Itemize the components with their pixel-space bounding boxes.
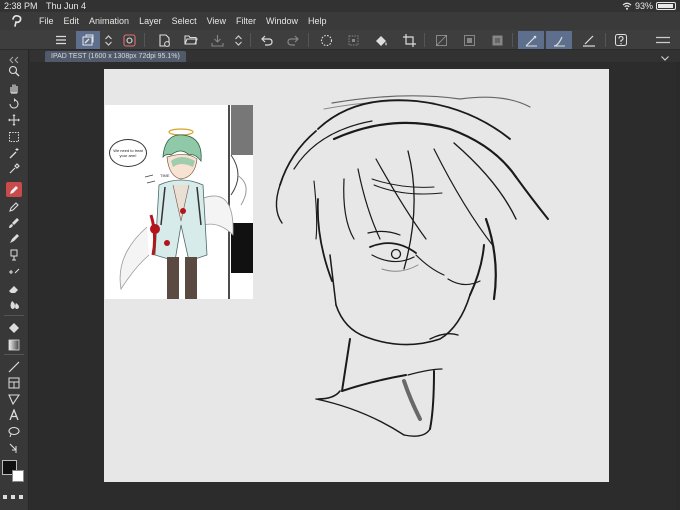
undo-icon[interactable]	[257, 31, 275, 49]
decoration-icon[interactable]	[6, 247, 22, 262]
transform-icon[interactable]	[344, 31, 362, 49]
gradient-icon[interactable]	[6, 337, 22, 352]
menu-animation[interactable]: Animation	[84, 12, 134, 30]
status-right: 93%	[622, 0, 676, 12]
move-icon[interactable]	[6, 112, 22, 127]
menu-select[interactable]: Select	[167, 12, 202, 30]
fill-icon[interactable]	[372, 31, 390, 49]
drawing-canvas[interactable]: We need to treat your arm! TIME	[104, 69, 609, 482]
chevron-updown-icon[interactable]	[102, 31, 114, 49]
rotate-icon[interactable]	[6, 96, 22, 111]
command-bar	[0, 30, 680, 50]
tool-palette	[0, 50, 29, 510]
eraser-icon[interactable]	[6, 281, 22, 296]
snap-special-ruler-icon[interactable]	[546, 31, 572, 49]
layer-property-icon[interactable]	[76, 31, 100, 49]
settings-icon[interactable]	[120, 31, 138, 49]
status-date: Thu Jun 4	[46, 1, 87, 11]
wifi-icon	[622, 2, 632, 10]
status-bar: 2:38 PM Thu Jun 4 93%	[0, 0, 680, 12]
panel-menu-icon[interactable]	[650, 31, 676, 49]
stabilizer-icon[interactable]	[578, 31, 600, 49]
blend-icon[interactable]	[6, 264, 22, 279]
redo-icon[interactable]	[284, 31, 302, 49]
new-canvas-icon[interactable]	[155, 31, 173, 49]
eyedropper-icon[interactable]	[6, 161, 22, 176]
help-icon[interactable]	[612, 31, 630, 49]
correction-icon[interactable]	[6, 440, 22, 455]
pencil-icon[interactable]	[6, 199, 22, 214]
menu-view[interactable]: View	[202, 12, 231, 30]
frame-icon[interactable]	[6, 375, 22, 390]
pen-icon[interactable]	[6, 182, 22, 197]
menu-icon[interactable]	[52, 31, 70, 49]
battery-icon	[656, 2, 676, 10]
chevron-updown-icon[interactable]	[232, 31, 244, 49]
workspace: We need to treat your arm! TIME	[30, 62, 680, 510]
text-icon[interactable]	[6, 407, 22, 422]
loading-icon[interactable]	[317, 31, 335, 49]
battery-percent: 93%	[634, 1, 653, 11]
character-sketch	[275, 95, 549, 437]
figure-icon[interactable]	[6, 391, 22, 406]
select-all-icon[interactable]	[432, 31, 450, 49]
snap-ruler-icon[interactable]	[518, 31, 544, 49]
hand-icon[interactable]	[6, 80, 22, 95]
menu-bar: File Edit Animation Layer Select View Fi…	[0, 12, 680, 30]
invert-selection-icon[interactable]	[488, 31, 506, 49]
clip-studio-window: 2:38 PM Thu Jun 4 93% File Edit Animatio…	[0, 0, 680, 510]
sub-color-swatch[interactable]	[12, 470, 24, 482]
menu-window[interactable]: Window	[261, 12, 303, 30]
menu-filter[interactable]: Filter	[231, 12, 261, 30]
lasso-icon[interactable]	[6, 424, 22, 439]
crop-icon[interactable]	[400, 31, 418, 49]
selection-icon[interactable]	[6, 129, 22, 144]
gradient-blur-icon[interactable]	[6, 297, 22, 312]
status-time: 2:38 PM	[4, 1, 38, 11]
airbrush-icon[interactable]	[6, 231, 22, 246]
menu-help[interactable]: Help	[303, 12, 332, 30]
magic-wand-icon[interactable]	[6, 145, 22, 160]
fill-icon[interactable]	[6, 320, 22, 335]
brush-icon[interactable]	[6, 215, 22, 230]
menu-layer[interactable]: Layer	[134, 12, 167, 30]
deselect-icon[interactable]	[460, 31, 478, 49]
menu-edit[interactable]: Edit	[59, 12, 85, 30]
transparent-color-icon[interactable]	[3, 486, 23, 499]
save-icon[interactable]	[208, 31, 226, 49]
app-logo-icon[interactable]	[0, 12, 34, 30]
open-icon[interactable]	[182, 31, 200, 49]
line-icon[interactable]	[6, 359, 22, 374]
document-tab[interactable]: IPAD TEST (1600 x 1308px 72dpi 95.1%)	[45, 51, 186, 62]
vertical-scrollbar[interactable]	[676, 62, 680, 510]
document-tab-bar: IPAD TEST (1600 x 1308px 72dpi 95.1%)	[30, 50, 680, 62]
zoom-icon[interactable]	[6, 63, 22, 78]
menu-file[interactable]: File	[34, 12, 59, 30]
